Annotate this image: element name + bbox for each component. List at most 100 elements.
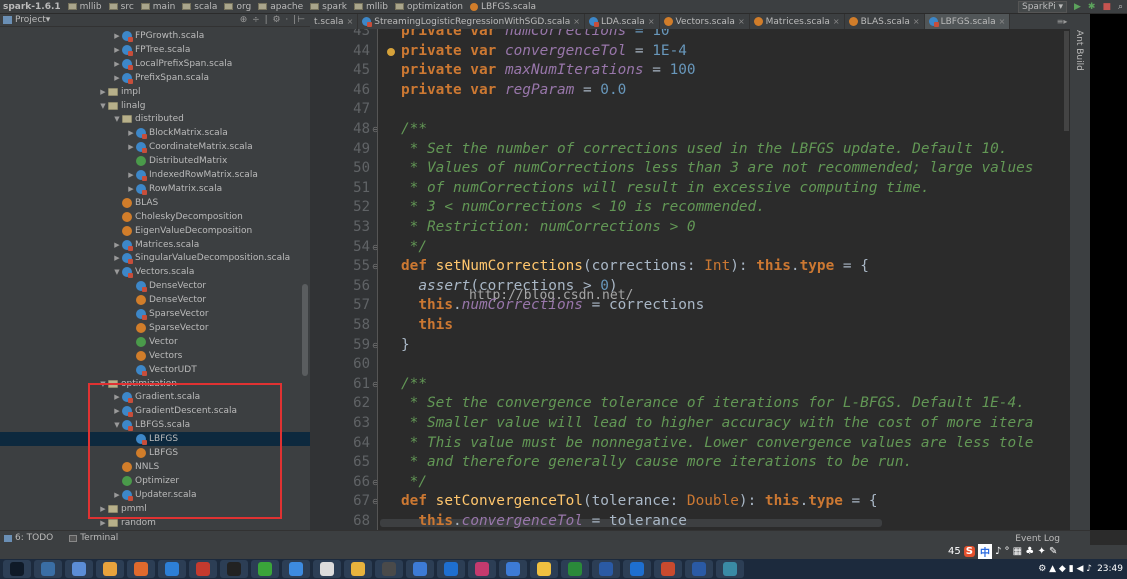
project-tools-icons[interactable]: ⊕ ÷ | ⚙ · |⊢ (240, 15, 306, 25)
taskbar-app[interactable] (654, 560, 682, 578)
taskbar-app[interactable] (437, 560, 465, 578)
close-icon[interactable]: × (347, 17, 354, 26)
fold-icon[interactable]: ⊖ (372, 375, 377, 395)
ime-tools-icons[interactable]: ♪ ° ▦ ♣ ✦ ✎ (995, 546, 1057, 557)
breadcrumb-item[interactable]: scala (182, 2, 217, 12)
terminal-tab[interactable]: Terminal (69, 533, 118, 543)
editor-tab[interactable]: LBFGS.scala × (924, 14, 1011, 29)
close-icon[interactable]: × (913, 17, 920, 26)
taskbar-app[interactable] (530, 560, 558, 578)
close-icon[interactable]: × (648, 17, 655, 26)
code-editor[interactable]: http://blog.csdn.net/ private var numCor… (379, 29, 1070, 530)
close-icon[interactable]: × (999, 17, 1006, 26)
tree-item[interactable]: DenseVector (0, 279, 310, 293)
tree-item[interactable]: DistributedMatrix (0, 154, 310, 168)
editor-vertical-scrollbar[interactable] (1064, 31, 1069, 131)
ant-build-tab[interactable]: Ant Build (1074, 30, 1084, 71)
run-icon[interactable]: ▶ (1074, 2, 1081, 12)
expanded-arrow-icon[interactable]: ▼ (98, 102, 108, 110)
collapsed-arrow-icon[interactable]: ▶ (98, 88, 108, 96)
breadcrumb-item[interactable]: apache (258, 2, 303, 12)
fold-icon[interactable]: ⊖ (372, 120, 377, 140)
taskbar-app[interactable] (499, 560, 527, 578)
tree-item[interactable]: ▶ BlockMatrix.scala (0, 126, 310, 140)
tree-item[interactable]: ▶ FPTree.scala (0, 43, 310, 57)
collapsed-arrow-icon[interactable]: ▶ (126, 129, 136, 137)
breadcrumb-item[interactable]: org (224, 2, 251, 12)
fold-icon[interactable]: ⊖ (372, 238, 377, 258)
taskbar-app[interactable] (282, 560, 310, 578)
collapsed-arrow-icon[interactable]: ▶ (98, 519, 108, 527)
tree-item[interactable]: SparseVector (0, 321, 310, 335)
taskbar-app[interactable] (96, 560, 124, 578)
fold-icon[interactable]: ⊖ (372, 473, 377, 493)
breadcrumb-item[interactable]: mllib (67, 2, 102, 12)
tree-item[interactable]: SparseVector (0, 307, 310, 321)
collapsed-arrow-icon[interactable]: ▶ (126, 185, 136, 193)
project-scrollbar[interactable] (302, 284, 308, 376)
tree-item[interactable]: EigenValueDecomposition (0, 224, 310, 238)
tree-item[interactable]: ▶ PrefixSpan.scala (0, 71, 310, 85)
taskbar-app[interactable] (158, 560, 186, 578)
tray-icons[interactable]: ⚙ ▲ ◆ ▮ ◀ ♪ (1038, 564, 1092, 574)
run-configuration-select[interactable]: SparkPi ▾ (1017, 0, 1067, 13)
taskbar-app[interactable] (313, 560, 341, 578)
tree-item[interactable]: DenseVector (0, 293, 310, 307)
fold-icon[interactable]: ⊖ (372, 492, 377, 512)
editor-tab[interactable]: Vectors.scala × (660, 14, 750, 29)
tree-item[interactable]: CholeskyDecomposition (0, 210, 310, 224)
tree-item[interactable]: ▶ LocalPrefixSpan.scala (0, 57, 310, 71)
start-button[interactable] (3, 560, 31, 578)
breadcrumb-item[interactable]: src (108, 2, 134, 12)
debug-icon[interactable]: ✱ (1088, 2, 1096, 12)
editor-tab[interactable]: BLAS.scala × (845, 14, 925, 29)
taskbar-app[interactable] (375, 560, 403, 578)
tree-item[interactable]: ▶ RowMatrix.scala (0, 182, 310, 196)
breadcrumb-item[interactable]: main (140, 2, 175, 12)
tree-item[interactable]: ▶ FPGrowth.scala (0, 29, 310, 43)
taskbar-app[interactable] (189, 560, 217, 578)
tree-item[interactable]: ▶ CoordinateMatrix.scala (0, 140, 310, 154)
fold-icon[interactable]: ⊖ (372, 336, 377, 356)
taskbar-app[interactable] (406, 560, 434, 578)
breadcrumb-item[interactable]: spark-1.6.1 (3, 2, 61, 12)
taskbar-app[interactable] (716, 560, 744, 578)
input-method-toolbar[interactable]: 45 S 中 ♪ ° ▦ ♣ ✦ ✎ (948, 543, 1057, 559)
editor-tab[interactable]: StreamingLogisticRegressionWithSGD.scala… (358, 14, 585, 29)
taskbar-app[interactable] (251, 560, 279, 578)
collapsed-arrow-icon[interactable]: ▶ (112, 32, 122, 40)
intention-bulb-icon[interactable] (387, 47, 395, 56)
breadcrumb-item[interactable]: LBFGS.scala (469, 2, 536, 12)
tree-item[interactable]: VectorUDT (0, 363, 310, 377)
tree-item[interactable]: ▼ distributed (0, 112, 310, 126)
todo-tab[interactable]: 6: TODO (4, 533, 53, 543)
editor-tab[interactable]: t.scala × (310, 14, 359, 29)
taskbar-app[interactable] (561, 560, 589, 578)
taskbar-app[interactable] (685, 560, 713, 578)
breadcrumb-item[interactable]: mllib (354, 2, 388, 12)
tree-item[interactable]: Vectors (0, 349, 310, 363)
editor-tab[interactable]: LDA.scala × (585, 14, 660, 29)
taskbar-app[interactable] (127, 560, 155, 578)
taskbar-app[interactable] (34, 560, 62, 578)
taskbar-app[interactable] (592, 560, 620, 578)
expanded-arrow-icon[interactable]: ▼ (112, 115, 122, 123)
collapsed-arrow-icon[interactable]: ▶ (112, 241, 122, 249)
stop-icon[interactable]: ■ (1102, 2, 1111, 12)
tree-item[interactable]: ▶ impl (0, 85, 310, 99)
close-icon[interactable]: × (573, 17, 580, 26)
close-icon[interactable]: × (833, 17, 840, 26)
editor-tab[interactable]: Matrices.scala × (750, 14, 845, 29)
collapsed-arrow-icon[interactable]: ▶ (112, 254, 122, 262)
expanded-arrow-icon[interactable]: ▼ (112, 268, 122, 276)
tree-item[interactable]: ▼ Vectors.scala (0, 265, 310, 279)
collapsed-arrow-icon[interactable]: ▶ (112, 74, 122, 82)
search-icon[interactable]: ⌕ (1118, 2, 1123, 12)
tree-item[interactable]: ▼ linalg (0, 99, 310, 113)
tree-item[interactable]: Vector (0, 335, 310, 349)
tree-item[interactable]: BLAS (0, 196, 310, 210)
taskbar-app[interactable] (344, 560, 372, 578)
tree-item[interactable]: ▶ SingularValueDecomposition.scala (0, 251, 310, 265)
close-icon[interactable]: × (738, 17, 745, 26)
clock[interactable]: 23:49 (1097, 564, 1123, 574)
